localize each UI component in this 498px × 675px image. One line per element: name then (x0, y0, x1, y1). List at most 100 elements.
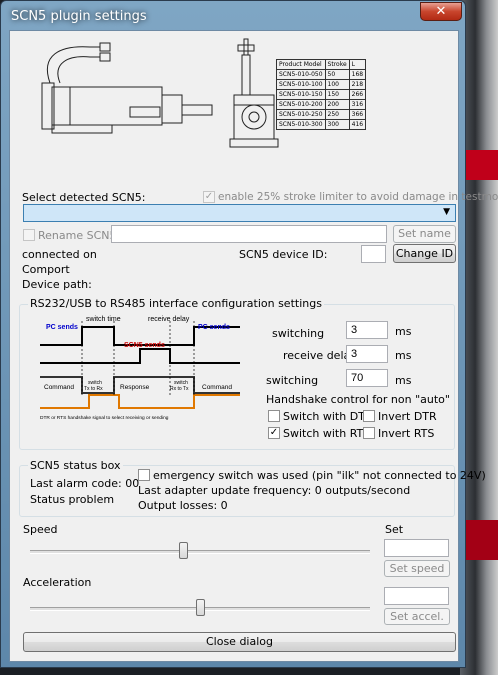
set-label: Set (385, 523, 404, 536)
rs-config-group-title: RS232/USB to RS485 interface configurati… (28, 297, 324, 310)
device-id-label: SCN5 device ID: (239, 248, 328, 261)
receive-delay-text: receive delay (148, 316, 190, 323)
adapter-frequency-label: Last adapter update frequency: 0 outputs… (138, 484, 411, 497)
acceleration-label: Acceleration (23, 576, 92, 589)
status-problem-label: Status problem (30, 493, 115, 506)
switching-2-label: switching (266, 374, 319, 387)
emergency-label: emergency switch was used (pin "ilk" not… (153, 469, 486, 482)
spec-table-row: SCN5-010-050 50 168 (276, 69, 367, 80)
switching-1-input[interactable] (346, 321, 388, 339)
device-id-input[interactable] (361, 245, 386, 263)
spec-cell: 200 (324, 99, 350, 110)
spec-table-row: SCN5-010-100 100 218 (276, 79, 367, 90)
spec-table: Product Model Stroke L SCN5-010-050 50 168… (276, 59, 367, 130)
rename-label: Rename SCN5: (38, 229, 121, 242)
actuator-side-drawing (41, 42, 213, 134)
switch-dtr-checkbox[interactable] (268, 410, 280, 422)
scn5-sends-text: SCN5 sends (124, 342, 165, 349)
spec-cell: 416 (348, 119, 367, 130)
spec-cell: SCN5-010-200 (276, 99, 326, 110)
background-red-accent-2 (462, 520, 498, 560)
spec-header-cell: L (348, 59, 367, 70)
spec-table-row: SCN5-010-300 300 416 (276, 119, 367, 130)
speed-slider-thumb[interactable] (179, 542, 188, 559)
receive-delay-unit: ms (395, 349, 412, 362)
spec-cell: 266 (348, 89, 367, 100)
timing-diagram: switch time receive delay PC sends PC se… (40, 316, 240, 421)
receive-delay-input[interactable] (346, 345, 388, 363)
dialog-window: SCN5 plugin settings ✕ Product Model Str… (0, 0, 498, 668)
spec-header-cell: Product Model (276, 59, 326, 70)
spec-cell: 316 (348, 99, 367, 110)
detected-scn5-select[interactable]: ▼ (23, 204, 456, 222)
emergency-checkbox[interactable] (138, 469, 150, 481)
spec-cell: 168 (348, 69, 367, 80)
spec-cell: 150 (324, 89, 350, 100)
actuator-end-drawing (229, 38, 279, 148)
spec-cell: SCN5-010-300 (276, 119, 326, 130)
output-losses-label: Output losses: 0 (138, 499, 228, 512)
spec-cell: 100 (324, 79, 350, 90)
rename-checkbox[interactable] (23, 229, 35, 241)
close-icon: ✕ (435, 4, 447, 19)
set-name-button[interactable]: Set name (393, 225, 456, 243)
acceleration-slider-thumb[interactable] (196, 599, 205, 616)
spec-cell: 366 (348, 109, 367, 120)
pc-sends-left-text: PC sends (46, 324, 78, 331)
spec-cell: SCN5-010-150 (276, 89, 326, 100)
spec-cell: 250 (324, 109, 350, 120)
connected-on-label: connected on (22, 248, 97, 261)
stroke-limiter-label: enable 25% stroke limiter to avoid damag… (218, 191, 498, 203)
response-text: Response (120, 384, 150, 391)
switching-1-label: switching (272, 327, 325, 340)
set-acceleration-button[interactable]: Set accel. (384, 608, 450, 625)
speed-label: Speed (23, 523, 58, 536)
spec-cell: SCN5-010-050 (276, 69, 326, 80)
select-detected-label: Select detected SCN5: (22, 191, 146, 204)
spec-cell: SCN5-010-250 (276, 109, 326, 120)
title-bar[interactable]: SCN5 plugin settings ✕ (1, 1, 467, 29)
spec-cell: SCN5-010-100 (276, 79, 326, 90)
invert-dtr-checkbox[interactable] (363, 410, 375, 422)
spec-table-row: SCN5-010-150 150 266 (276, 89, 367, 100)
switch-rts-label: Switch with RTS (283, 427, 371, 440)
switching-2-input[interactable] (346, 369, 388, 387)
switch-time-text: switch time (86, 316, 121, 323)
spec-cell: 218 (348, 79, 367, 90)
pc-sends-right-text: PC sends (198, 324, 230, 331)
rx-to-tx-text: Rx to Tx (170, 386, 189, 392)
spec-table-header: Product Model Stroke L (276, 59, 367, 70)
switching-1-unit: ms (395, 325, 412, 338)
stroke-limiter-checkbox[interactable]: ✓ (203, 191, 215, 203)
background-red-accent (462, 150, 498, 180)
close-dialog-button[interactable]: Close dialog (23, 632, 456, 652)
switching-2-unit: ms (395, 374, 412, 387)
rename-input[interactable] (111, 225, 387, 243)
invert-dtr-label: Invert DTR (378, 410, 437, 423)
speed-input[interactable] (384, 539, 449, 557)
tx-to-rx-text: Tx to Rx (84, 386, 103, 392)
acceleration-input[interactable] (384, 587, 449, 605)
close-window-button[interactable]: ✕ (420, 2, 462, 21)
change-id-button[interactable]: Change ID (393, 244, 456, 263)
handshake-title: Handshake control for non "auto" (266, 393, 450, 406)
speed-slider-track[interactable] (30, 550, 370, 554)
comport-label: Comport (22, 263, 70, 276)
status-group-title: SCN5 status box (28, 459, 123, 472)
spec-cell: 300 (324, 119, 350, 130)
handshake-caption-text: DTR or RTS handshake signal to select re… (40, 415, 169, 421)
switch-rts-checkbox[interactable]: ✓ (268, 427, 280, 439)
window-title: SCN5 plugin settings (11, 9, 147, 24)
command-right-text: Command (202, 384, 232, 391)
last-alarm-label: Last alarm code: 00 (30, 477, 140, 490)
invert-rts-label: Invert RTS (378, 427, 435, 440)
switch-dtr-label: Switch with DTR (283, 410, 373, 423)
device-path-label: Device path: (22, 278, 92, 291)
dialog-client-area: Product Model Stroke L SCN5-010-050 50 168… (9, 30, 498, 662)
dropdown-arrow-icon: ▼ (443, 207, 450, 217)
command-left-text: Command (44, 384, 74, 391)
invert-rts-checkbox[interactable] (363, 427, 375, 439)
set-speed-button[interactable]: Set speed (384, 560, 450, 577)
spec-header-cell: Stroke (324, 59, 350, 70)
spec-table-row: SCN5-010-250 250 366 (276, 109, 367, 120)
